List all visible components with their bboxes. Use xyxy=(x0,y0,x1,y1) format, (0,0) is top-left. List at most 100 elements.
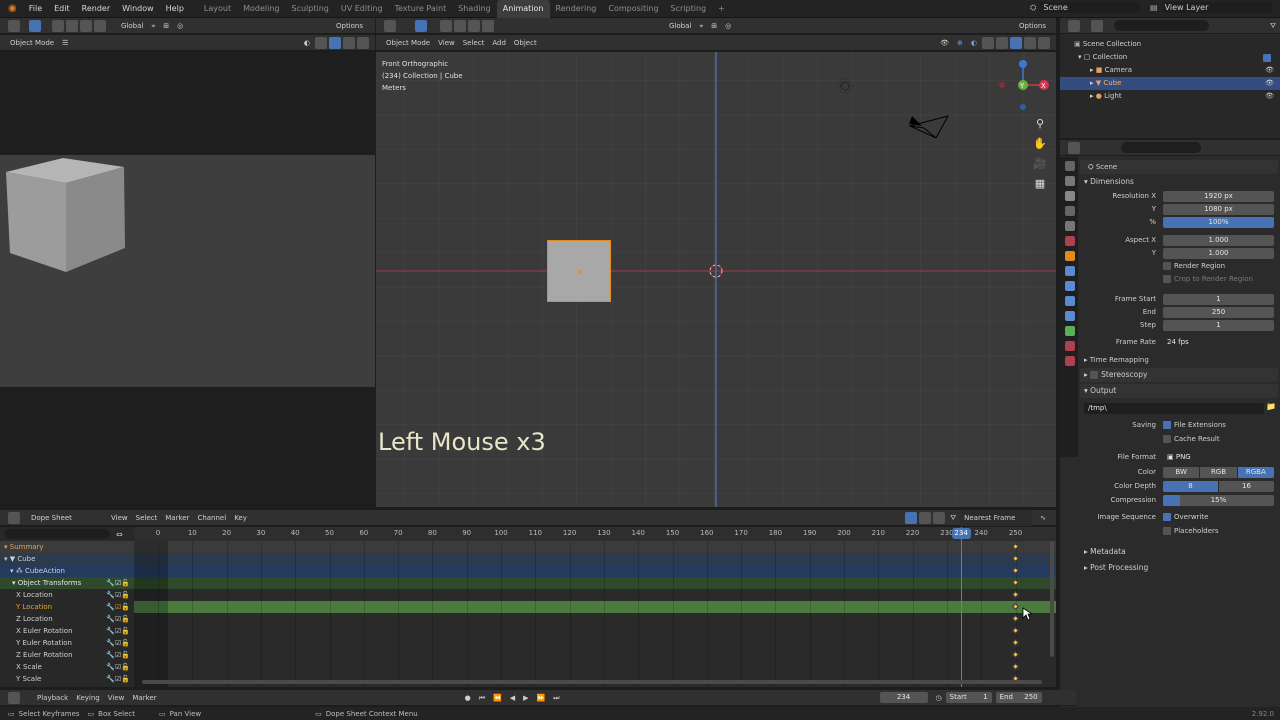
channel-swap-icon[interactable]: ⇔ xyxy=(116,530,123,539)
next-key-icon[interactable]: ⏩ xyxy=(533,690,550,706)
ds-menu-channel[interactable]: Channel xyxy=(193,510,230,526)
errors-icon[interactable] xyxy=(933,511,946,524)
file-format-dropdown[interactable]: ▣ PNG xyxy=(1163,452,1274,463)
channel-group-transforms[interactable]: ▾ Object Transforms 🔧☑🔓 xyxy=(0,577,134,589)
viewport-menu-add[interactable]: Add xyxy=(488,35,510,51)
output-tab-icon[interactable] xyxy=(1065,191,1075,201)
hamburger-icon[interactable]: ☰ xyxy=(58,35,72,51)
ds-menu-select[interactable]: Select xyxy=(132,510,162,526)
tab-modeling[interactable]: Modeling xyxy=(237,0,285,18)
resolution-x-field[interactable]: 1920 px xyxy=(1163,191,1274,202)
vertical-scrollbar[interactable] xyxy=(1050,541,1054,657)
play-icon[interactable]: ▶ xyxy=(519,690,532,706)
select-intersect-icon[interactable] xyxy=(94,19,106,32)
channel-summary[interactable]: ▾ Summary xyxy=(0,541,134,553)
dopesheet-mode-dropdown[interactable]: Dope Sheet xyxy=(27,510,107,526)
object-mode-dropdown[interactable]: Object Mode xyxy=(6,35,58,51)
channel-x-rotation[interactable]: X Euler Rotation 🔧☑🔓 xyxy=(0,625,134,637)
outliner-editor-icon[interactable] xyxy=(1068,19,1080,32)
select-subtract-icon[interactable] xyxy=(80,19,92,32)
channel-toggles-icon[interactable]: 🔧☑🔓 xyxy=(106,661,130,673)
menu-help[interactable]: Help xyxy=(160,0,190,18)
tool-tab-icon[interactable] xyxy=(1065,161,1075,171)
outliner-item-cube[interactable]: ▸ ▼ Cube 👁 xyxy=(1060,77,1280,90)
ds-menu-key[interactable]: Key xyxy=(230,510,251,526)
render-tab-icon[interactable] xyxy=(1065,176,1075,186)
viewport-orientation-dropdown[interactable]: Global xyxy=(665,18,695,34)
material-tab-icon[interactable] xyxy=(1065,341,1075,351)
proportional-ds-icon[interactable]: ∿ xyxy=(1036,510,1050,526)
channel-y-scale[interactable]: Y Scale 🔧☑🔓 xyxy=(0,673,134,685)
keyframe[interactable] xyxy=(1011,626,1019,635)
end-frame-field[interactable]: End 250 xyxy=(995,692,1042,703)
tab-layout[interactable]: Layout xyxy=(198,0,237,18)
outliner-item-camera[interactable]: ▸ ■ Camera 👁 xyxy=(1060,64,1280,77)
viewport-menu-view[interactable]: View xyxy=(434,35,459,51)
prev-key-icon[interactable]: ⏪ xyxy=(489,690,506,706)
output-path-field[interactable]: /tmp\ xyxy=(1084,403,1264,414)
channel-toggles-icon[interactable]: 🔧☑🔓 xyxy=(106,649,130,661)
play-reverse-icon[interactable]: ◀ xyxy=(506,690,519,706)
channel-x-location[interactable]: X Location 🔧☑🔓 xyxy=(0,589,134,601)
camera-view-icon[interactable]: 🎥 xyxy=(1032,154,1048,174)
ortho-grid-icon[interactable]: ▦ xyxy=(1032,174,1048,194)
vp-shading-solid-icon[interactable] xyxy=(1010,36,1022,49)
outliner-search-field[interactable] xyxy=(1114,20,1209,31)
timeline-editor-icon[interactable] xyxy=(8,691,20,704)
viewport-options-dropdown[interactable]: Options xyxy=(1015,18,1050,34)
camera-view-frame[interactable] xyxy=(0,155,375,387)
properties-editor-icon[interactable] xyxy=(1068,141,1080,154)
collapse-arrow-icon[interactable]: ▸ xyxy=(1090,79,1094,87)
frame-rate-dropdown[interactable]: 24 fps xyxy=(1163,337,1274,348)
shading-material-icon[interactable] xyxy=(343,36,355,49)
tab-uv-editing[interactable]: UV Editing xyxy=(335,0,389,18)
horizontal-scrollbar[interactable] xyxy=(142,680,1042,684)
vp-shading-wire-icon[interactable] xyxy=(996,36,1008,49)
viewport-pivot-icon[interactable]: ⌖ xyxy=(695,18,707,34)
channel-search-field[interactable] xyxy=(4,529,110,539)
ds-filter-icon[interactable]: ⛛ xyxy=(946,510,960,526)
shading-solid-icon[interactable] xyxy=(329,36,341,49)
add-workspace-button[interactable]: + xyxy=(712,0,731,18)
tl-menu-marker[interactable]: Marker xyxy=(128,690,160,706)
menu-window[interactable]: Window xyxy=(116,0,160,18)
keyframe[interactable] xyxy=(1011,590,1019,599)
select-extend-icon[interactable] xyxy=(66,19,78,32)
channel-toggles-icon[interactable]: 🔧☑🔓 xyxy=(106,589,130,601)
aspect-x-field[interactable]: 1.000 xyxy=(1163,235,1274,246)
channel-y-rotation[interactable]: Y Euler Rotation 🔧☑🔓 xyxy=(0,637,134,649)
channel-toggles-icon[interactable]: 🔧☑🔓 xyxy=(106,601,130,613)
tab-sculpting[interactable]: Sculpting xyxy=(286,0,335,18)
post-processing-panel[interactable]: ▸ Post Processing xyxy=(1080,561,1278,575)
gizmo-toggle-icon[interactable]: ⊕ xyxy=(953,35,967,51)
channel-cube[interactable]: ▾ ▼ Cube xyxy=(0,553,134,565)
viewport-box-icon[interactable] xyxy=(440,19,452,32)
folder-icon[interactable]: 📁 xyxy=(1266,402,1276,411)
file-extensions-checkbox[interactable]: File Extensions xyxy=(1163,421,1226,429)
dopesheet-editor-icon[interactable] xyxy=(8,511,20,524)
viewport-snap-icon[interactable]: ⊞ xyxy=(707,18,721,34)
ds-menu-marker[interactable]: Marker xyxy=(161,510,193,526)
outliner-filter-icon[interactable]: ⛛ xyxy=(1266,18,1280,34)
menu-file[interactable]: File xyxy=(23,0,48,18)
time-remapping-panel[interactable]: ▸ Time Remapping xyxy=(1084,356,1149,364)
constraints-tab-icon[interactable] xyxy=(1065,311,1075,321)
current-frame-field[interactable]: 234 xyxy=(879,692,928,703)
resolution-y-field[interactable]: 1080 px xyxy=(1163,204,1274,215)
snap-mode-dropdown[interactable]: Nearest Frame xyxy=(960,509,1033,526)
ds-menu-view[interactable]: View xyxy=(107,510,132,526)
hidden-icon[interactable] xyxy=(919,511,932,524)
visibility-icon[interactable]: 👁 xyxy=(936,35,953,51)
jump-end-icon[interactable]: ⏭ xyxy=(549,690,563,706)
keyframe[interactable] xyxy=(1011,614,1019,623)
record-icon[interactable]: ● xyxy=(461,690,475,706)
properties-search-field[interactable] xyxy=(1121,142,1201,153)
view-layer-tab-icon[interactable] xyxy=(1065,206,1075,216)
tab-animation[interactable]: Animation xyxy=(496,0,550,18)
light-eye-icon[interactable]: 👁 xyxy=(1265,90,1274,103)
render-region-checkbox[interactable]: Render Region xyxy=(1163,262,1225,270)
shading-wire-icon[interactable] xyxy=(315,36,327,49)
collapse-arrow-icon[interactable]: ▸ xyxy=(1090,66,1094,74)
navigation-gizmo[interactable]: X Y xyxy=(994,56,1052,114)
vp-shading-render-icon[interactable] xyxy=(1038,36,1050,49)
